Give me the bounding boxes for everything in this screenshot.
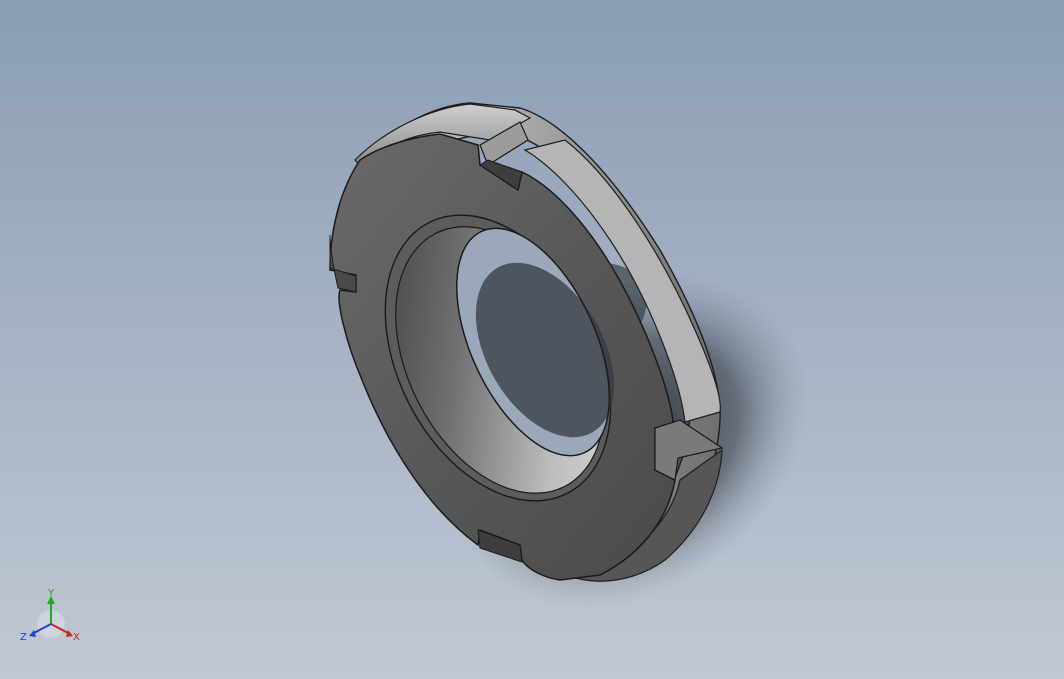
y-axis-label: Y <box>47 588 55 599</box>
graphics-viewport[interactable]: Y X Z <box>0 0 1064 679</box>
reference-triad[interactable]: Y X Z <box>18 586 84 646</box>
lock-nut-model[interactable] <box>0 0 1064 679</box>
x-axis-label: X <box>73 632 80 643</box>
z-axis-arrow-icon <box>29 630 36 637</box>
x-axis-arrow-icon <box>66 630 73 637</box>
z-axis-label: Z <box>20 632 27 643</box>
